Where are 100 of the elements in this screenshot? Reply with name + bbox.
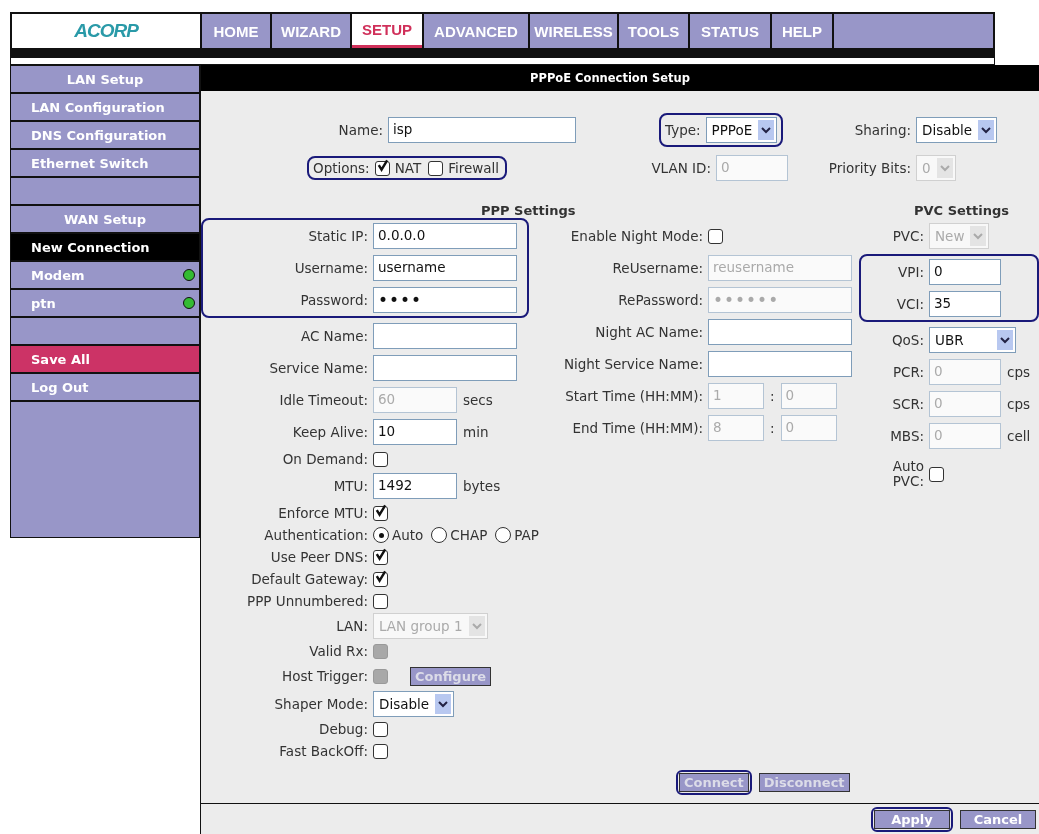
text-field[interactable]: ••••	[373, 287, 517, 313]
field-label: SCR:	[891, 396, 925, 412]
field-label: LAN:	[335, 618, 369, 634]
dropdown[interactable]: Disable	[373, 691, 455, 717]
sidebar-item[interactable]: New Connection	[11, 234, 199, 260]
unit-label: cps	[1007, 364, 1031, 380]
checkbox[interactable]	[373, 721, 388, 737]
text-field[interactable]: 1492	[373, 473, 457, 499]
checkbox[interactable]	[708, 228, 723, 244]
radio-button[interactable]	[495, 527, 512, 543]
checkbox-label: Firewall	[448, 160, 500, 176]
field-label: Night Service Name:	[562, 356, 704, 372]
save-all-button[interactable]: Save All	[11, 346, 199, 372]
text-field[interactable]: 0	[929, 259, 1001, 285]
unit-label: secs	[463, 392, 493, 408]
text-field[interactable]: 0.0.0.0	[373, 223, 517, 249]
unit-label: min	[463, 424, 489, 440]
field-label: Auto PVC:	[891, 459, 925, 489]
form-button[interactable]: Cancel	[960, 809, 1036, 829]
section-heading: PVC Settings	[914, 203, 1010, 218]
sidebar-heading: LAN Setup	[11, 66, 199, 92]
caret-icon	[936, 158, 953, 178]
radio-label: PAP	[514, 527, 539, 543]
unit-label: cell	[1007, 428, 1031, 444]
panel-title: PPPoE Connection Setup	[201, 65, 1039, 91]
nav-tab[interactable]: ADVANCED	[424, 14, 528, 48]
text-field[interactable]: isp	[388, 117, 576, 143]
sidebar-item[interactable]: Modem	[11, 262, 199, 288]
checkbox[interactable]	[373, 451, 388, 467]
text-field[interactable]	[373, 355, 517, 381]
text-field[interactable]: username	[373, 255, 517, 281]
caret-icon	[435, 694, 452, 714]
sidebar-item-label: Ethernet Switch	[31, 155, 149, 171]
field-label: PCR:	[891, 364, 925, 380]
field-label: Authentication:	[263, 527, 369, 543]
nav-tab[interactable]: WIZARD	[272, 14, 350, 48]
nav-tab[interactable]: WIRELESS	[530, 14, 617, 48]
field-label: Enable Night Mode:	[569, 228, 704, 244]
caret-icon	[970, 226, 987, 246]
field-label: ReUsername:	[611, 260, 704, 276]
dropdown[interactable]: Disable	[916, 117, 998, 143]
checkbox[interactable]	[428, 160, 444, 176]
nav-tab[interactable]: TOOLS	[619, 14, 688, 48]
checkbox[interactable]	[373, 549, 388, 565]
sidebar-item-label: DNS Configuration	[31, 127, 167, 143]
form-button[interactable]: Apply	[874, 809, 950, 829]
caret-icon	[468, 616, 485, 636]
nav-tab[interactable]: HELP	[772, 14, 832, 48]
field-label: Name:	[338, 122, 383, 138]
sidebar-item[interactable]: LAN Configuration	[11, 94, 199, 120]
field-label: Password:	[299, 292, 369, 308]
sidebar-item-label: LAN Configuration	[31, 99, 165, 115]
text-field[interactable]	[708, 319, 852, 345]
nav-tab[interactable]: STATUS	[690, 14, 770, 48]
field-label: Idle Timeout:	[278, 392, 369, 408]
checkbox[interactable]	[374, 160, 390, 176]
sidebar-item[interactable]: DNS Configuration	[11, 122, 199, 148]
checkbox[interactable]	[373, 743, 388, 759]
text-field[interactable]	[373, 323, 517, 349]
radio-label: CHAP	[450, 527, 488, 543]
checkbox[interactable]	[929, 466, 944, 482]
dropdown[interactable]: PPPoE	[705, 117, 778, 143]
checkbox[interactable]	[373, 593, 388, 609]
text-field[interactable]: 35	[929, 291, 1001, 317]
field-label: Start Time (HH:MM):	[564, 388, 704, 404]
sidebar-item-label: New Connection	[31, 239, 150, 255]
field-label: Username:	[293, 260, 369, 276]
checkbox[interactable]	[373, 505, 388, 521]
sidebar-item[interactable]: Ethernet Switch	[11, 150, 199, 176]
radio-button[interactable]	[431, 527, 448, 543]
field-label: Fast BackOff:	[278, 743, 369, 759]
sidebar-item[interactable]: ptn	[11, 290, 199, 316]
radio-button[interactable]	[373, 527, 389, 543]
nav-tab[interactable]: HOME	[202, 14, 270, 48]
field-label: QoS:	[891, 332, 925, 348]
checkbox[interactable]	[373, 571, 388, 587]
field-label: Default Gateway:	[250, 571, 369, 587]
caret-icon	[997, 330, 1013, 350]
checkbox-label: NAT	[394, 160, 422, 176]
field-label: RePassword:	[617, 292, 704, 308]
sidebar-item[interactable]: Log Out	[11, 374, 199, 400]
text-field[interactable]	[708, 351, 852, 377]
field-label: Service Name:	[268, 360, 369, 376]
field-label: Type:	[665, 122, 701, 138]
sidebar-item-label: Modem	[31, 267, 85, 283]
field-label: MTU:	[332, 478, 369, 494]
field-label: End Time (HH:MM):	[571, 420, 704, 436]
dropdown[interactable]: UBR	[929, 327, 1016, 353]
text-field[interactable]: 10	[373, 419, 457, 445]
sidebar-heading: WAN Setup	[11, 206, 199, 232]
field-label: Valid Rx:	[308, 643, 369, 659]
field-label: Shaper Mode:	[273, 696, 369, 712]
field-label: AC Name:	[299, 328, 369, 344]
field-label: VLAN ID:	[651, 160, 711, 176]
logo: ACORP	[74, 20, 138, 42]
field-label: Night AC Name:	[594, 324, 704, 340]
field-label: PPP Unnumbered:	[246, 593, 369, 609]
field-label: VPI:	[897, 264, 925, 280]
field-label: Enforce MTU:	[277, 505, 369, 521]
nav-tab[interactable]: SETUP	[352, 14, 422, 48]
